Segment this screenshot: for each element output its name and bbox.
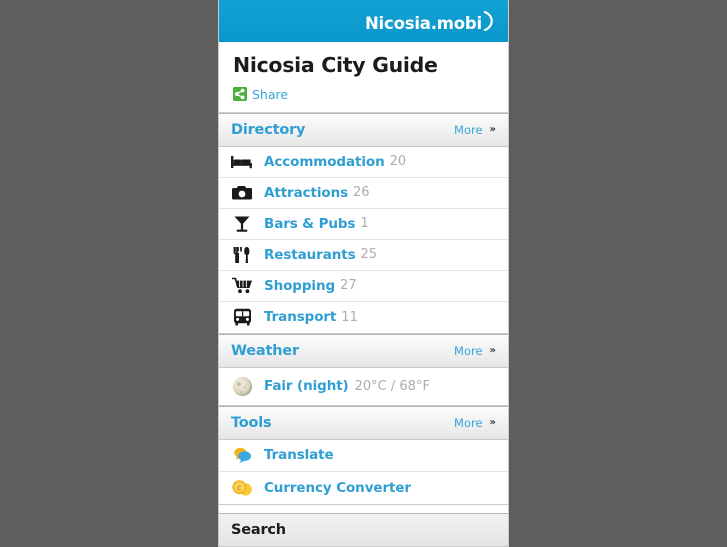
list-item-count: 27 bbox=[340, 278, 357, 294]
list-item-label: Bars & Pubs bbox=[264, 215, 356, 232]
list-item-label: Accommodation bbox=[264, 153, 385, 170]
list-item-label: Transport bbox=[264, 309, 337, 326]
section-title-tools: Tools bbox=[231, 414, 272, 431]
section-header-directory: Directory More » bbox=[219, 112, 508, 147]
more-label: More bbox=[454, 415, 483, 430]
list-item-count: 25 bbox=[360, 247, 378, 263]
share-icon bbox=[233, 87, 247, 102]
list-item-currency-converter[interactable]: C Currency Converter bbox=[219, 472, 508, 504]
cutlery-icon bbox=[231, 245, 253, 265]
section-title-directory: Directory bbox=[231, 121, 306, 138]
list-item-label: Restaurants bbox=[264, 246, 356, 263]
section-header-weather: Weather More » bbox=[219, 333, 508, 368]
shopping-cart-icon bbox=[231, 276, 253, 296]
list-item-label: Translate bbox=[264, 447, 334, 464]
list-item-restaurants[interactable]: Restaurants 25 bbox=[219, 240, 508, 271]
page-title: Nicosia City Guide bbox=[233, 53, 438, 77]
list-item-shopping[interactable]: Shopping 27 bbox=[219, 271, 508, 302]
chevron-double-right-icon: » bbox=[489, 344, 496, 356]
list-item-attractions[interactable]: Attractions 26 bbox=[219, 178, 508, 209]
weather-condition-label: Fair (night) bbox=[264, 378, 349, 395]
list-item-label: Currency Converter bbox=[264, 479, 411, 496]
logo-text: Nicosia bbox=[364, 14, 431, 33]
list-item-transport[interactable]: Transport 11 bbox=[219, 302, 508, 333]
page-root: Nicosia .mobi Nicosia City Guide Share D… bbox=[0, 0, 727, 547]
share-button[interactable]: Share bbox=[233, 87, 494, 102]
site-header-bar: Nicosia .mobi bbox=[219, 0, 508, 42]
bed-icon bbox=[231, 152, 253, 172]
weather-temperature: 20°C / 68°F bbox=[354, 378, 430, 394]
more-label: More bbox=[454, 122, 483, 137]
directory-list: Accommodation 20 Attractions 26 Bars & P… bbox=[219, 147, 508, 334]
mobile-site-card: Nicosia .mobi Nicosia City Guide Share D… bbox=[218, 0, 509, 547]
more-link-directory[interactable]: More » bbox=[454, 123, 496, 137]
list-item-count: 26 bbox=[353, 185, 370, 201]
list-item-translate[interactable]: Translate bbox=[219, 440, 508, 472]
coins-icon: C bbox=[231, 478, 253, 498]
list-item-count: 1 bbox=[360, 216, 369, 232]
camera-icon bbox=[231, 183, 253, 203]
list-item-count: 20 bbox=[389, 154, 407, 170]
chevron-double-right-icon: » bbox=[489, 123, 496, 135]
svg-text:C: C bbox=[236, 484, 241, 492]
more-label: More bbox=[454, 343, 483, 358]
chevron-double-right-icon: » bbox=[489, 416, 496, 428]
list-item-label: Attractions bbox=[264, 184, 349, 201]
site-logo[interactable]: Nicosia .mobi bbox=[365, 9, 496, 33]
list-item-accommodation[interactable]: Accommodation 20 bbox=[219, 147, 508, 178]
logo-arc-icon bbox=[483, 11, 496, 31]
section-header-tools: Tools More » bbox=[219, 405, 508, 440]
more-link-weather[interactable]: More » bbox=[454, 344, 496, 358]
list-item-count: 11 bbox=[341, 309, 358, 325]
more-link-tools[interactable]: More » bbox=[454, 416, 496, 430]
content-spacer bbox=[219, 504, 508, 513]
section-header-search: Search bbox=[219, 512, 508, 547]
bus-icon bbox=[231, 307, 253, 327]
list-item-label: Shopping bbox=[264, 277, 336, 294]
page-title-block: Nicosia City Guide Share bbox=[219, 42, 508, 113]
logo-suffix: .mobi bbox=[430, 14, 482, 33]
section-title-search: Search bbox=[231, 521, 286, 538]
speech-bubbles-icon bbox=[231, 445, 253, 465]
share-label: Share bbox=[252, 86, 289, 102]
list-item-bars-and-pubs[interactable]: Bars & Pubs 1 bbox=[219, 209, 508, 240]
cocktail-glass-icon bbox=[231, 214, 253, 234]
tools-list: Translate C Currency Converter bbox=[219, 440, 508, 505]
section-title-weather: Weather bbox=[231, 342, 299, 359]
weather-list: Fair (night) 20°C / 68°F bbox=[219, 368, 508, 406]
moon-icon bbox=[231, 376, 253, 396]
list-item-weather-current[interactable]: Fair (night) 20°C / 68°F bbox=[219, 368, 508, 405]
